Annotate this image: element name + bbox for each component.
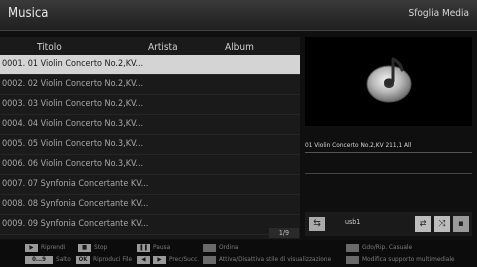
column-header-title[interactable]: Titolo [37,42,62,53]
source-bar: ⇆ usb1 ⇄ ⤨ ▪ [305,212,472,236]
track-row[interactable]: 0007. 07 Synfonia Concertante KV... [0,175,300,195]
view-style-key-icon [203,255,216,264]
hint-shuffle[interactable]: Gdo/Rip. Casuale [346,243,412,253]
track-row[interactable]: 0002. 02 Violin Concerto No.2,KV... [0,75,300,95]
repeat-icon[interactable]: ⇄ [415,216,431,232]
usb-icon[interactable]: ⇆ [309,217,325,231]
prev-icon: ◀ [137,255,150,264]
media-key-icon [346,255,359,264]
track-list-panel: Titolo Artista Album 0001. 01 Violin Con… [0,37,300,239]
album-art [305,37,472,126]
hint-pause[interactable]: ❚❚ Pausa [137,243,170,253]
shuffle-key-icon [346,243,359,252]
hint-jump[interactable]: 0...9 Salto [25,255,71,265]
play-icon: ▶ [25,243,38,252]
track-list: 0001. 01 Violin Concerto No.2,KV... 0002… [0,55,300,235]
header-bar: Musica Sfoglia Media [0,0,477,31]
sort-key-icon [203,243,216,252]
hint-view-style[interactable]: Attiva/Disattiva stile di visualizzazion… [203,255,331,265]
track-row[interactable]: 0004. 04 Violin Concerto No.3,KV... [0,115,300,135]
track-row[interactable]: 0005. 05 Violin Concerto No.3,KV... [0,135,300,155]
hint-prev-next[interactable]: ◀ ▶ Prec/Succ. [137,255,199,265]
hint-sort[interactable]: Ordina [203,243,239,253]
hint-play-file[interactable]: OK Riproduci File [76,255,132,265]
source-label: usb1 [345,218,361,226]
now-playing-info: 01 Violin Concerto No.2,KV 211,1 All [305,139,472,153]
track-row[interactable]: 0001. 01 Violin Concerto No.2,KV... [0,55,300,75]
app-title: Musica [8,6,49,21]
track-row[interactable]: 0009. 09 Synfonia Concertante KV... [0,215,300,235]
shuffle-icon[interactable]: ⤨ [434,216,450,232]
divider [305,173,472,174]
pause-icon: ❚❚ [137,243,150,252]
ok-key-icon: OK [76,255,90,264]
track-row[interactable]: 0006. 06 Violin Concerto No.3,KV... [0,155,300,175]
music-disc-icon [366,57,412,103]
track-row[interactable]: 0008. 08 Synfonia Concertante KV... [0,195,300,215]
next-icon: ▶ [153,255,166,264]
track-row[interactable]: 0003. 03 Violin Concerto No.2,KV... [0,95,300,115]
hint-stop[interactable]: ■ Stop [78,243,107,253]
number-keys-icon: 0...9 [25,255,53,264]
column-header-album[interactable]: Album [225,42,254,53]
page-indicator: 1/9 [269,228,299,238]
footer-hints: ▶ Riprendi ■ Stop ❚❚ Pausa Ordina Gdo/Rip. … [0,240,477,267]
hint-change-media[interactable]: Modifica supporto multimediale [346,255,455,265]
stop-icon: ■ [78,243,91,252]
column-header-artist[interactable]: Artista [148,42,178,53]
view-mode-icon[interactable]: ▪ [453,216,469,232]
browse-media-label[interactable]: Sfoglia Media [409,8,470,19]
hint-play[interactable]: ▶ Riprendi [25,243,65,253]
